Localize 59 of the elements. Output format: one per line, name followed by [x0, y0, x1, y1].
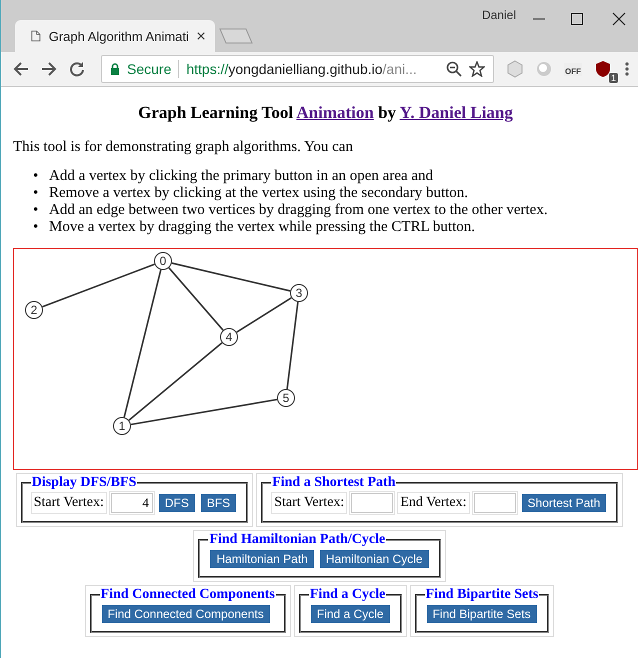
input-field[interactable]: 4: [110, 493, 153, 513]
bullet: •: [33, 219, 40, 236]
shield-icon[interactable]: [594, 60, 612, 78]
graph-vertex[interactable]: 4: [220, 328, 238, 346]
graph-vertex[interactable]: 3: [290, 284, 308, 302]
lock-icon: [110, 63, 120, 75]
action-button[interactable]: Find Connected Components: [102, 605, 270, 623]
back-icon[interactable]: [13, 61, 29, 77]
close-icon[interactable]: [196, 31, 205, 41]
input-field[interactable]: [351, 493, 394, 513]
page-icon: [31, 29, 41, 43]
action-button[interactable]: Shortest Path: [522, 494, 606, 512]
animation-link[interactable]: Animation: [296, 103, 374, 122]
field-label: End Vertex:: [397, 492, 470, 514]
fieldset-legend: Display DFS/BFS: [30, 475, 138, 491]
menu-icon[interactable]: [624, 61, 630, 77]
instruction-item: Add a vertex by clicking the primary button in an open area and: [49, 168, 434, 185]
secure-label: Secure: [127, 61, 172, 77]
forward-icon[interactable]: [41, 61, 57, 77]
extension-badge: 1: [608, 73, 618, 83]
profile-name[interactable]: Daniel: [482, 8, 516, 22]
graph-vertex[interactable]: 2: [25, 301, 43, 319]
fieldset-legend: Find Connected Components: [100, 587, 276, 603]
off-extension-icon[interactable]: OFF: [564, 62, 582, 76]
zoom-out-icon[interactable]: [446, 61, 462, 77]
browser-tab[interactable]: Graph Algorithm Animati: [15, 20, 215, 52]
instruction-item: Add an edge between two vertices by dragging from one vertex to the other vertex.: [49, 202, 548, 219]
field-label: Start Vertex:: [30, 492, 107, 514]
graph-vertex[interactable]: 1: [113, 417, 131, 435]
close-icon[interactable]: [612, 12, 626, 26]
address-bar[interactable]: Secure https://yongdanielliang.github.io/ani...: [101, 55, 494, 83]
fieldset-legend: Find Hamiltonian Path/Cycle: [208, 532, 386, 548]
action-button[interactable]: Find a Cycle: [310, 605, 390, 623]
reload-icon[interactable]: [69, 61, 85, 77]
fieldset-legend: Find Bipartite Sets: [424, 587, 540, 603]
page-title: Graph Learning Tool: [138, 103, 294, 122]
graph-vertex[interactable]: 0: [154, 252, 172, 270]
by-text: by: [378, 103, 396, 122]
bullet: •: [33, 185, 40, 202]
graph-vertex[interactable]: 5: [277, 389, 295, 407]
maximize-icon[interactable]: [570, 12, 584, 26]
graph-canvas[interactable]: 0 1 2 3 4 5: [13, 248, 638, 470]
action-button[interactable]: Hamiltonian Cycle: [320, 550, 429, 568]
action-button[interactable]: Find Bipartite Sets: [426, 605, 537, 623]
fieldset-legend: Find a Cycle: [308, 587, 386, 603]
bullet: •: [33, 202, 40, 219]
intro-text: This tool is for demonstrating graph algorithms. You can: [13, 139, 354, 156]
input-field[interactable]: [474, 493, 516, 513]
instruction-item: Move a vertex by dragging the vertex while pressing the CTRL button.: [49, 219, 476, 236]
fieldset-legend: Find a Shortest Path: [271, 475, 396, 491]
star-icon[interactable]: [469, 61, 485, 77]
action-button[interactable]: Hamiltonian Path: [210, 550, 314, 568]
author-link[interactable]: Y. Daniel Liang: [400, 103, 513, 122]
field-label: Start Vertex:: [271, 492, 348, 514]
bullet: •: [33, 168, 40, 185]
action-button[interactable]: BFS: [200, 494, 236, 512]
action-button[interactable]: DFS: [158, 494, 195, 512]
instruction-item: Remove a vertex by clicking at the vertex using the secondary button.: [49, 185, 468, 202]
url-text: https://yongdanielliang.github.io/ani...: [186, 61, 418, 77]
